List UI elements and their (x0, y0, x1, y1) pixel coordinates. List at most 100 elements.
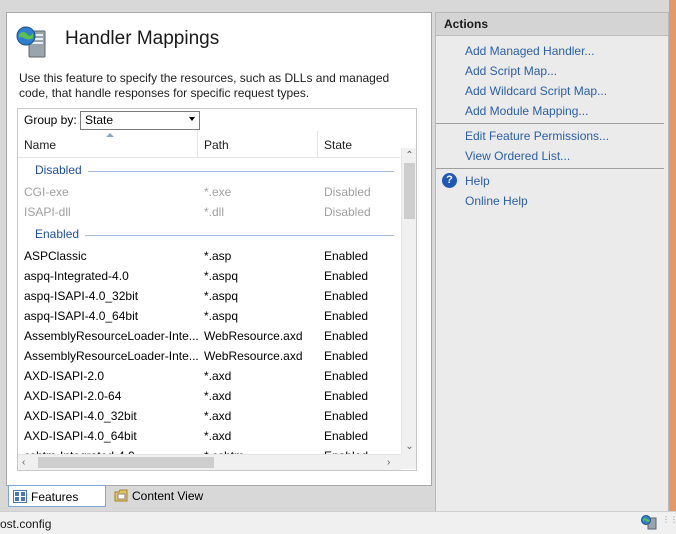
column-header-row: Name Path State (18, 131, 400, 158)
cell-name: AXD-ISAPI-2.0 (24, 369, 105, 383)
cell-name: AXD-ISAPI-2.0-64 (24, 389, 122, 403)
group-header-line (85, 235, 394, 236)
actions-separator (436, 168, 664, 169)
cell-state: Disabled (324, 185, 371, 199)
group-by-select[interactable]: State (80, 111, 200, 130)
actions-title: Actions (444, 17, 489, 31)
handler-mappings-icon (16, 26, 46, 58)
group-header-line (88, 171, 394, 172)
vertical-scrollbar[interactable]: ⌃ ⌄ (401, 148, 416, 454)
table-row[interactable]: ASPClassic *.asp Enabled (18, 247, 400, 267)
view-tabs: Features View Content View (6, 485, 430, 526)
edit-feature-permissions-link[interactable]: Edit Feature Permissions... (465, 129, 609, 143)
status-bar: ost.config ⋮⋮ (0, 511, 676, 534)
actions-header: Actions (436, 13, 668, 36)
actions-separator (436, 123, 664, 124)
add-module-mapping-link[interactable]: Add Module Mapping... (465, 104, 588, 118)
add-wildcard-script-map-link[interactable]: Add Wildcard Script Map... (465, 84, 607, 98)
cell-state: Enabled (324, 429, 369, 443)
column-header-path[interactable]: Path (198, 131, 318, 157)
tab-content-view[interactable]: Content View (110, 485, 218, 507)
scroll-left-icon[interactable]: ‹ (22, 457, 25, 468)
view-ordered-list-link[interactable]: View Ordered List... (465, 149, 570, 163)
scroll-right-icon[interactable]: › (387, 457, 390, 468)
table-row[interactable]: AXD-ISAPI-4.0_64bit *.axd Enabled (18, 427, 400, 447)
cell-state: Enabled (324, 409, 369, 423)
column-header-state[interactable]: State (318, 131, 400, 157)
online-help-link[interactable]: Online Help (465, 194, 528, 208)
cell-path: *.asp (204, 249, 232, 263)
add-managed-handler-link[interactable]: Add Managed Handler... (465, 44, 594, 58)
table-row[interactable]: AXD-ISAPI-2.0 *.axd Enabled (18, 367, 400, 387)
dropdown-arrow-icon (189, 117, 195, 121)
cell-path: *.axd (204, 369, 232, 383)
tab-content-label: Content View (132, 489, 204, 503)
group-by-label: Group by: (24, 113, 77, 127)
cell-path: *.exe (204, 185, 232, 199)
cell-path: *.aspq (204, 309, 239, 323)
cell-path: *.aspq (204, 269, 239, 283)
help-link[interactable]: Help (465, 174, 490, 188)
help-icon: ? (442, 173, 457, 188)
vertical-scroll-thumb[interactable] (404, 163, 415, 219)
table-row[interactable]: aspq-ISAPI-4.0_64bit *.aspq Enabled (18, 307, 400, 327)
cell-path: *.axd (204, 389, 232, 403)
horizontal-scrollbar[interactable]: ‹ › (18, 454, 401, 470)
cell-path: WebResource.axd (204, 349, 303, 363)
table-row[interactable]: ISAPI-dll *.dll Disabled (18, 203, 400, 223)
scrollbar-corner (401, 454, 416, 469)
sort-ascending-icon (106, 133, 114, 137)
scroll-down-icon[interactable]: ⌄ (405, 442, 414, 452)
feature-description: Use this feature to specify the resource… (19, 71, 390, 100)
cell-name: AXD-ISAPI-4.0_32bit (24, 409, 137, 423)
table-row[interactable]: AXD-ISAPI-4.0_32bit *.axd Enabled (18, 407, 400, 427)
cell-name: ASPClassic (24, 249, 87, 263)
table-row[interactable]: aspq-Integrated-4.0 *.aspq Enabled (18, 267, 400, 287)
group-header-disabled[interactable]: Disabled (18, 159, 400, 183)
cell-name: aspq-ISAPI-4.0_64bit (24, 309, 139, 323)
tab-features-view[interactable]: Features View (8, 485, 106, 526)
add-script-map-link[interactable]: Add Script Map... (465, 64, 557, 78)
table-row[interactable]: AssemblyResourceLoader-Inte... WebResourc… (18, 327, 400, 347)
cell-state: Enabled (324, 329, 369, 343)
table-row[interactable]: AXD-ISAPI-2.0-64 *.axd Enabled (18, 387, 400, 407)
handler-list[interactable]: Name Path State Disabled CGI-exe *.exe Disa… (17, 131, 417, 471)
cell-name: AssemblyResourceLoader-Inte... (24, 329, 198, 343)
cell-name: AXD-ISAPI-4.0_64bit (24, 429, 137, 443)
cell-path: *.axd (204, 429, 232, 443)
cell-name: aspq-Integrated-4.0 (24, 269, 129, 283)
page-title: Handler Mappings (65, 28, 220, 49)
window-edge (669, 0, 676, 511)
cell-name: ISAPI-dll (24, 205, 71, 219)
table-row[interactable]: AssemblyResourceLoader-Inte... WebResourc… (18, 347, 400, 367)
cell-path: WebResource.axd (204, 329, 303, 343)
cell-path: *.axd (204, 409, 232, 423)
cell-state: Enabled (324, 369, 369, 383)
cell-state: Enabled (324, 389, 369, 403)
scroll-up-icon[interactable]: ⌃ (405, 151, 414, 161)
table-row[interactable]: aspq-ISAPI-4.0_32bit *.aspq Enabled (18, 287, 400, 307)
cell-state: Enabled (324, 249, 369, 263)
cell-state: Enabled (324, 309, 369, 323)
horizontal-scroll-thumb[interactable] (38, 457, 214, 468)
table-row[interactable]: CGI-exe *.exe Disabled (18, 183, 400, 203)
cell-name: AssemblyResourceLoader-Inte... (24, 349, 198, 363)
cell-path: *.aspq (204, 289, 239, 303)
cell-state: Enabled (324, 289, 369, 303)
cell-name: aspq-ISAPI-4.0_32bit (24, 289, 139, 303)
cell-name: CGI-exe (24, 185, 69, 199)
group-header-enabled[interactable]: Enabled (18, 223, 400, 247)
group-header-label: Disabled (35, 163, 82, 177)
content-view-icon (114, 489, 128, 502)
cell-state: Disabled (324, 205, 371, 219)
cell-path: *.dll (204, 205, 225, 219)
cell-state: Enabled (324, 349, 369, 363)
group-header-label: Enabled (35, 227, 80, 241)
resize-grip-icon[interactable]: ⋮⋮ (662, 516, 676, 530)
features-view-icon (13, 490, 27, 503)
status-text: ost.config (0, 517, 52, 531)
cell-state: Enabled (324, 269, 369, 283)
group-by-value: State (85, 113, 114, 127)
feature-panel: Handler Mappings Use this feature to spe… (6, 12, 432, 486)
group-by-bar: Group by: State (17, 108, 417, 132)
